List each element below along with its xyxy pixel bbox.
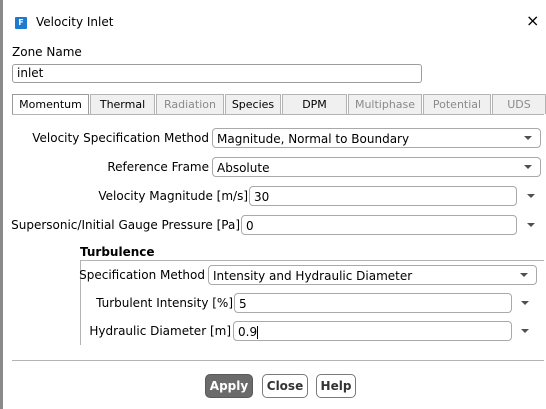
velocity-magnitude-input[interactable]: 30 (249, 186, 517, 206)
chevron-down-icon[interactable] (527, 223, 535, 227)
hydraulic-diameter-value: 0.9 (238, 325, 258, 339)
turbulence-spec-label: Specification Method (79, 268, 205, 282)
turbulent-intensity-input[interactable]: 5 (234, 293, 512, 313)
title-bar: F Velocity Inlet × (3, 0, 546, 46)
reference-frame-label: Reference Frame (107, 160, 209, 174)
gauge-pressure-label: Supersonic/Initial Gauge Pressure [Pa] (11, 218, 240, 232)
velocity-spec-dropdown[interactable]: Magnitude, Normal to Boundary (212, 128, 541, 148)
reference-frame-value: Absolute (217, 161, 270, 175)
tab-momentum[interactable]: Momentum (12, 94, 89, 115)
zone-name-label: Zone Name (12, 45, 82, 59)
velocity-magnitude-value: 30 (254, 190, 270, 204)
tab-thermal[interactable]: Thermal (90, 94, 155, 114)
tab-potential[interactable]: Potential (423, 94, 491, 114)
gauge-pressure-value: 0 (246, 219, 254, 233)
tab-radiation[interactable]: Radiation (156, 94, 224, 114)
turbulent-intensity-label: Turbulent Intensity [%] (96, 296, 233, 310)
tab-multiphase[interactable]: Multiphase (348, 94, 422, 114)
apply-button[interactable]: Apply (205, 374, 253, 398)
velocity-spec-value: Magnitude, Normal to Boundary (217, 132, 410, 146)
hydraulic-diameter-input[interactable]: 0.9 (233, 321, 512, 341)
chevron-down-icon[interactable] (524, 136, 532, 140)
reference-frame-dropdown[interactable]: Absolute (212, 157, 541, 177)
close-button[interactable]: Close (262, 374, 308, 398)
window-frame-edge (0, 0, 3, 409)
tab-dpm[interactable]: DPM (282, 94, 347, 114)
text-cursor (257, 326, 259, 339)
velocity-spec-label: Velocity Specification Method (32, 131, 209, 145)
chevron-down-icon[interactable] (521, 329, 529, 333)
help-button[interactable]: Help (316, 374, 356, 398)
tab-species[interactable]: Species (225, 94, 281, 114)
fluent-app-icon: F (15, 17, 27, 29)
turbulence-spec-dropdown[interactable]: Intensity and Hydraulic Diameter (208, 265, 537, 285)
zone-name-input[interactable]: inlet (12, 64, 422, 83)
turbulence-spec-value: Intensity and Hydraulic Diameter (213, 269, 413, 283)
close-icon[interactable]: × (526, 12, 539, 30)
window-title: Velocity Inlet (36, 15, 114, 29)
chevron-down-icon[interactable] (524, 165, 532, 169)
tab-uds[interactable]: UDS (492, 94, 546, 114)
chevron-down-icon[interactable] (520, 273, 528, 277)
footer-divider (12, 360, 544, 361)
chevron-down-icon[interactable] (527, 194, 535, 198)
gauge-pressure-input[interactable]: 0 (241, 215, 517, 235)
chevron-down-icon[interactable] (521, 301, 529, 305)
velocity-magnitude-label: Velocity Magnitude [m/s] (98, 189, 248, 203)
turbulent-intensity-value: 5 (239, 297, 247, 311)
turbulence-heading: Turbulence (80, 245, 155, 259)
hydraulic-diameter-label: Hydraulic Diameter [m] (89, 324, 231, 338)
